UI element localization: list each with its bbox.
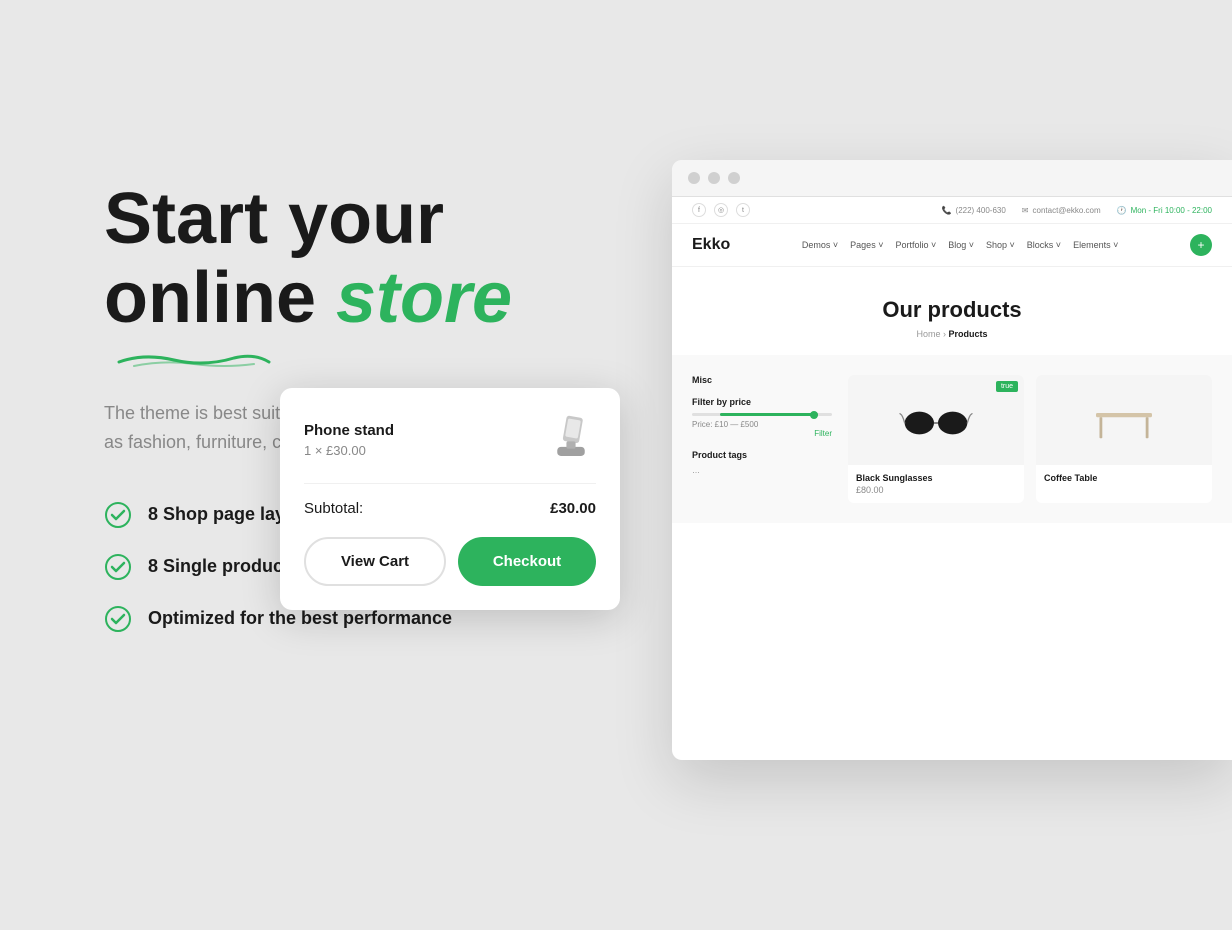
breadcrumb-home: Home [916, 329, 940, 339]
checkout-button[interactable]: Checkout [458, 537, 596, 586]
nav-item-pages[interactable]: Pages ˅ [850, 240, 883, 250]
nav-item-demos[interactable]: Demos ˅ [802, 240, 838, 250]
cart-subtotal-label: Subtotal: [304, 500, 363, 517]
tags-filter-group: Product tags … [692, 450, 832, 475]
breadcrumb: Home › Products [692, 329, 1212, 339]
nav-item-portfolio[interactable]: Portfolio ˅ [895, 240, 936, 250]
breadcrumb-current: Products [949, 329, 988, 339]
topbar-contact: 📞 (222) 400-630 ✉ contact@ekko.com 🕐 Mon… [942, 206, 1212, 215]
product-price-sunglasses: £80.00 [848, 485, 1024, 495]
check-icon-3 [104, 605, 132, 633]
site-logo: Ekko [692, 236, 730, 254]
topbar-social: f ◎ t [692, 203, 750, 217]
products-section: Misc Filter by price Price: £10 — £500 F… [672, 355, 1232, 523]
sunglasses-illustration [896, 400, 976, 440]
feature-label-3: Optimized for the best performance [148, 608, 452, 629]
cart-subtotal: Subtotal: £30.00 [304, 500, 596, 517]
filter-link[interactable]: Filter [692, 429, 832, 438]
cart-buttons: View Cart Checkout [304, 537, 596, 586]
email-info: ✉ contact@ekko.com [1022, 206, 1101, 215]
phone-stand-illustration [546, 412, 596, 467]
hours-info: 🕐 Mon - Fri 10:00 - 22:00 [1117, 206, 1212, 215]
coffee-table-illustration [1089, 390, 1159, 450]
cart-item-info: Phone stand 1 × £30.00 [304, 422, 546, 458]
check-icon-1 [104, 501, 132, 529]
nav-item-shop[interactable]: Shop ˅ [986, 240, 1015, 250]
browser-chrome [672, 160, 1232, 197]
headline-line2: online [104, 258, 316, 338]
sidebar-filters: Misc Filter by price Price: £10 — £500 F… [692, 375, 832, 503]
nav-cta-button[interactable]: + [1190, 234, 1212, 256]
nav-item-blocks[interactable]: Blocks ˅ [1027, 240, 1061, 250]
cart-item-name: Phone stand [304, 422, 546, 439]
price-range-track[interactable] [692, 413, 832, 416]
product-image-coffee-table [1036, 375, 1212, 465]
price-range-thumb[interactable] [810, 411, 818, 419]
price-range-label: Price: £10 — £500 Filter [692, 420, 832, 438]
cart-item: Phone stand 1 × £30.00 [304, 412, 596, 467]
sale-badge: true [996, 381, 1018, 392]
site-nav: Ekko Demos ˅ Pages ˅ Portfolio ˅ Blog ˅ … [672, 224, 1232, 267]
underline-decoration [114, 348, 664, 375]
product-card-coffee-table[interactable]: Coffee Table [1036, 375, 1212, 503]
browser-dot-yellow [708, 172, 720, 184]
headline-line1: Start your [104, 179, 444, 259]
check-icon-2 [104, 553, 132, 581]
product-name-coffee-table: Coffee Table [1036, 473, 1212, 483]
browser-mockup: f ◎ t 📞 (222) 400-630 ✉ contact@ekko.com… [672, 160, 1232, 760]
instagram-icon: ◎ [714, 203, 728, 217]
nav-item-blog[interactable]: Blog ˅ [948, 240, 974, 250]
twitter-icon: t [736, 203, 750, 217]
cart-subtotal-value: £30.00 [550, 500, 596, 517]
product-tags-label: Product tags [692, 450, 832, 460]
products-grid: true Black Sunglasses £80.00 [848, 375, 1212, 503]
facebook-icon: f [692, 203, 706, 217]
view-cart-button[interactable]: View Cart [304, 537, 446, 586]
price-range-fill [720, 413, 818, 416]
browser-dot-green [728, 172, 740, 184]
nav-items: Demos ˅ Pages ˅ Portfolio ˅ Blog ˅ Shop … [802, 240, 1118, 250]
phone-info: 📞 (222) 400-630 [942, 206, 1006, 215]
filter-price-label: Filter by price [692, 397, 832, 407]
misc-filter-group: Misc [692, 375, 832, 385]
cart-divider [304, 483, 596, 484]
headline-highlight: store [336, 258, 512, 338]
hero-title: Our products [692, 297, 1212, 323]
cart-popup: Phone stand 1 × £30.00 Subtotal: £30.00 … [280, 388, 620, 610]
product-row: true Black Sunglasses £80.00 [848, 375, 1212, 503]
product-image-sunglasses: true [848, 375, 1024, 465]
price-filter-group: Filter by price Price: £10 — £500 Filter [692, 397, 832, 438]
site-hero: Our products Home › Products [672, 267, 1232, 355]
product-card-sunglasses[interactable]: true Black Sunglasses £80.00 [848, 375, 1024, 503]
nav-item-elements[interactable]: Elements ˅ [1073, 240, 1118, 250]
misc-label: Misc [692, 375, 832, 385]
cart-item-qty: 1 × £30.00 [304, 443, 546, 458]
browser-dot-red [688, 172, 700, 184]
tag-items: … [692, 466, 832, 475]
product-name-sunglasses: Black Sunglasses [848, 473, 1024, 483]
main-headline: Start your online store [104, 180, 664, 338]
site-topbar: f ◎ t 📞 (222) 400-630 ✉ contact@ekko.com… [672, 197, 1232, 224]
